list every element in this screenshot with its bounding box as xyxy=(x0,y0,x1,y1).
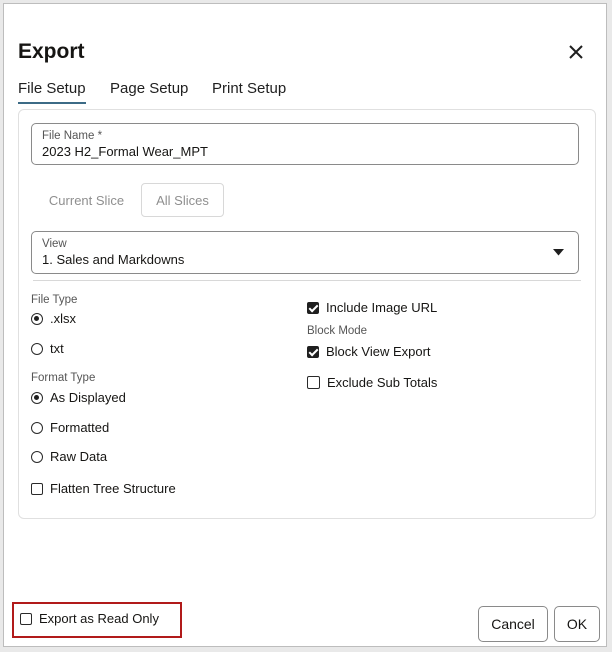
block-view-export-checkbox[interactable]: Block View Export xyxy=(307,344,431,359)
view-label: View xyxy=(42,238,67,250)
block-mode-label: Block Mode xyxy=(307,325,368,337)
file-type-label: File Type xyxy=(31,294,78,306)
export-read-only-label: Export as Read Only xyxy=(39,611,159,626)
flatten-tree-label: Flatten Tree Structure xyxy=(50,481,176,496)
radio-as-displayed[interactable]: As Displayed xyxy=(31,390,126,405)
ok-button[interactable]: OK xyxy=(554,606,600,642)
block-view-export-label: Block View Export xyxy=(326,344,431,359)
radio-txt[interactable]: txt xyxy=(31,341,64,356)
radio-as-displayed-control[interactable] xyxy=(31,391,43,404)
divider xyxy=(33,280,581,281)
view-value: 1. Sales and Markdowns xyxy=(42,252,185,267)
tab-print-setup[interactable]: Print Setup xyxy=(212,80,286,97)
file-name-input[interactable]: 2023 H2_Formal Wear_MPT xyxy=(42,144,208,159)
export-read-only-control[interactable] xyxy=(20,612,32,625)
radio-xlsx-label: .xlsx xyxy=(50,311,76,326)
include-image-url-control[interactable] xyxy=(307,301,319,314)
radio-formatted-label: Formatted xyxy=(50,420,110,435)
cancel-button[interactable]: Cancel xyxy=(478,606,548,642)
file-name-field[interactable]: File Name * 2023 H2_Formal Wear_MPT xyxy=(31,123,579,165)
exclude-sub-totals-checkbox[interactable]: Exclude Sub Totals xyxy=(307,375,437,390)
view-select[interactable]: View 1. Sales and Markdowns xyxy=(31,231,579,274)
radio-raw-data[interactable]: Raw Data xyxy=(31,449,107,464)
block-view-export-control[interactable] xyxy=(307,345,319,358)
dialog-title: Export xyxy=(18,40,85,63)
radio-formatted[interactable]: Formatted xyxy=(31,420,109,435)
exclude-sub-totals-label: Exclude Sub Totals xyxy=(327,375,438,390)
file-setup-panel: File Name * 2023 H2_Formal Wear_MPT Curr… xyxy=(18,109,596,519)
export-read-only-checkbox[interactable]: Export as Read Only xyxy=(20,611,159,626)
current-slice-button[interactable]: Current Slice xyxy=(34,183,139,217)
file-name-label: File Name * xyxy=(42,130,103,142)
export-dialog: Export File Setup Page Setup Print Setup… xyxy=(3,3,607,647)
radio-txt-label: txt xyxy=(50,341,64,356)
close-icon[interactable] xyxy=(566,42,586,62)
radio-raw-data-label: Raw Data xyxy=(50,449,108,464)
radio-xlsx[interactable]: .xlsx xyxy=(31,311,76,326)
all-slices-button[interactable]: All Slices xyxy=(141,183,224,217)
flatten-tree-control[interactable] xyxy=(31,482,43,495)
tab-page-setup[interactable]: Page Setup xyxy=(110,80,188,97)
format-type-label: Format Type xyxy=(31,372,96,384)
exclude-sub-totals-control[interactable] xyxy=(307,376,320,389)
radio-as-displayed-label: As Displayed xyxy=(50,390,126,405)
tab-file-setup[interactable]: File Setup xyxy=(18,80,86,104)
radio-xlsx-control[interactable] xyxy=(31,312,43,325)
include-image-url-checkbox[interactable]: Include Image URL xyxy=(307,300,437,315)
radio-txt-control[interactable] xyxy=(31,342,43,355)
include-image-url-label: Include Image URL xyxy=(326,300,438,315)
radio-raw-data-control[interactable] xyxy=(31,450,43,463)
chevron-down-icon xyxy=(553,249,564,256)
radio-formatted-control[interactable] xyxy=(31,421,43,434)
flatten-tree-checkbox[interactable]: Flatten Tree Structure xyxy=(31,481,176,496)
